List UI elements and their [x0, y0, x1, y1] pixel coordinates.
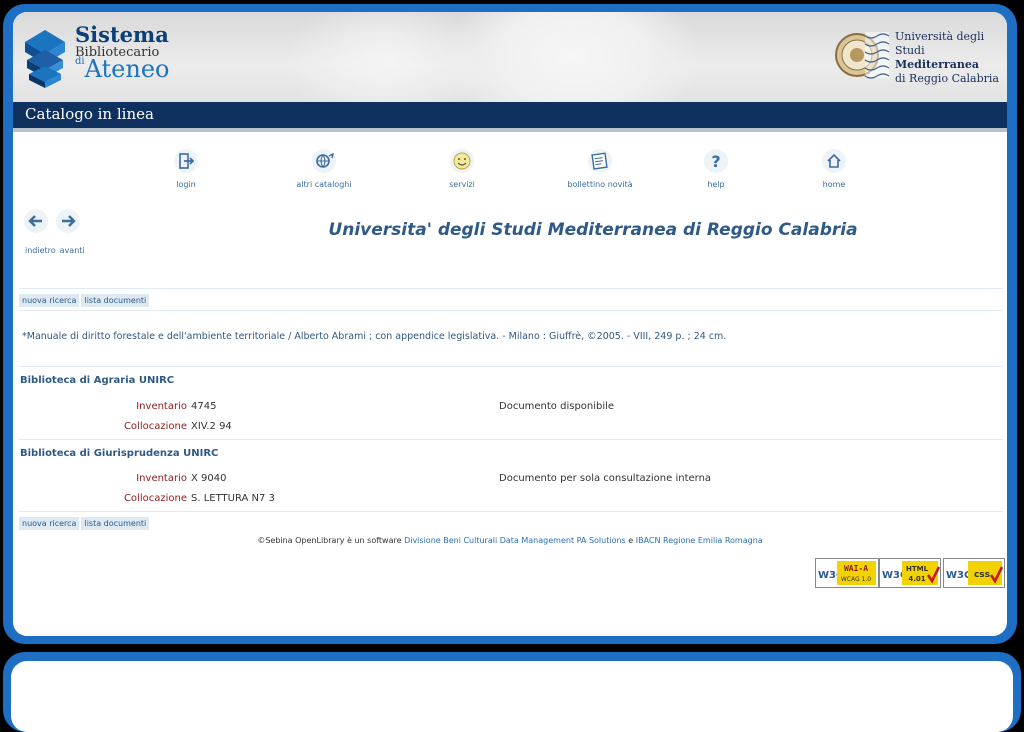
university-name: Università degli Studi Mediterranea di R… — [895, 30, 999, 86]
main-toolbar: login altri cataloghi servizi bollettino… — [13, 148, 1007, 198]
inventory-value: 4745 — [191, 401, 217, 412]
back-arrow-icon[interactable] — [23, 208, 49, 234]
forward-link[interactable]: avanti — [60, 246, 85, 255]
document-list-button[interactable]: lista documenti — [81, 294, 150, 307]
university-line2-bold: Mediterranea — [895, 58, 979, 71]
new-search-button[interactable]: nuova ricerca — [19, 517, 80, 530]
divider — [19, 511, 1003, 512]
toolbar-label-login: login — [176, 180, 196, 189]
footer-link-ibacn[interactable]: IBACN Regione Emilia Romagna — [636, 536, 763, 545]
css-badge-w3c: W3C — [946, 570, 971, 581]
toolbar-help[interactable]: ? help — [671, 148, 761, 189]
location-label: Collocazione — [123, 493, 187, 504]
availability-status: Documento disponibile — [499, 401, 615, 412]
new-search-button[interactable]: nuova ricerca — [19, 294, 80, 307]
books-logo-icon — [25, 30, 65, 88]
logo-ateneo: Ateneo — [84, 55, 170, 83]
divider — [19, 288, 1003, 289]
location-label: Collocazione — [123, 421, 187, 432]
history-nav-labels: indietro avanti — [25, 246, 89, 255]
catalog-titlebar: Catalogo in linea — [13, 102, 1007, 132]
action-bar-bottom: nuova ricerca lista documenti — [19, 517, 151, 530]
forward-arrow-icon[interactable] — [55, 208, 81, 234]
toolbar-other-catalogs[interactable]: altri cataloghi — [279, 148, 369, 189]
action-bar-top: nuova ricerca lista documenti — [19, 294, 151, 307]
footer-credits: ©Sebina OpenLibrary è un software Divisi… — [13, 536, 1007, 545]
availability-status: Documento per sola consultazione interna — [499, 473, 712, 484]
home-icon — [822, 149, 846, 173]
secondary-panel-frame — [3, 652, 1021, 732]
newspaper-icon — [588, 149, 612, 173]
footer-prefix: ©Sebina OpenLibrary è un software — [257, 536, 402, 545]
wai-badge[interactable]: W3C WAI-A WCAG 1.0 — [815, 558, 879, 588]
wai-badge-line1: WAI-A — [844, 564, 868, 573]
toolbar-label-help: help — [707, 180, 725, 189]
sba-logo[interactable]: Sistema Bibliotecario diAteneo — [21, 20, 169, 96]
toolbar-label-services: servizi — [449, 180, 475, 189]
logo-text: Sistema Bibliotecario diAteneo — [75, 24, 169, 81]
back-link[interactable]: indietro — [25, 246, 56, 255]
divider — [19, 366, 1003, 367]
toolbar-home[interactable]: home — [789, 148, 879, 189]
validation-badges: W3C WAI-A WCAG 1.0 W3C HTML 4.01 W3C css — [815, 558, 1005, 588]
smiley-icon — [450, 149, 474, 173]
html-badge-line1: HTML — [906, 565, 929, 573]
divider — [19, 439, 1003, 440]
toolbar-login[interactable]: login — [141, 148, 231, 189]
header-decoration — [443, 12, 703, 102]
toolbar-services[interactable]: servizi — [417, 148, 507, 189]
logo-prefix: di — [75, 56, 85, 67]
html-badge-line2: 4.01 — [908, 575, 925, 583]
footer-link-divisione[interactable]: Divisione Beni Culturali Data Management… — [404, 536, 626, 545]
toolbar-label-other-catalogs: altri cataloghi — [296, 180, 352, 189]
svg-text:?: ? — [711, 152, 720, 171]
library-name[interactable]: Biblioteca di Agraria UNIRC — [20, 375, 174, 386]
document-list-button[interactable]: lista documenti — [81, 517, 150, 530]
location-value: S. LETTURA N7 3 — [191, 493, 275, 504]
university-line2: Mediterranea — [895, 58, 999, 72]
login-icon — [174, 149, 198, 173]
location-value: XIV.2 94 — [191, 421, 232, 432]
toolbar-label-news-bulletin: bollettino novità — [567, 180, 633, 189]
toolbar-label-home: home — [822, 180, 846, 189]
logo-line3: diAteneo — [75, 55, 170, 83]
css-valid-badge[interactable]: W3C css — [943, 558, 1005, 588]
window-frame: Sistema Bibliotecario diAteneo Universit… — [3, 4, 1017, 644]
divider — [19, 310, 1003, 311]
catalog-title: Catalogo in linea — [25, 105, 154, 123]
help-icon: ? — [704, 149, 728, 173]
logo-line1: Sistema — [75, 22, 169, 47]
toolbar-news-bulletin[interactable]: bollettino novità — [555, 148, 645, 189]
page-content: Sistema Bibliotecario diAteneo Universit… — [13, 12, 1007, 636]
library-name[interactable]: Biblioteca di Giurisprudenza UNIRC — [20, 448, 218, 459]
inventory-label: Inventario — [136, 401, 187, 412]
page-title: Universita' degli Studi Mediterranea di … — [328, 220, 858, 240]
wai-badge-line2: WCAG 1.0 — [841, 576, 871, 583]
world-icon — [312, 149, 336, 173]
html-valid-badge[interactable]: W3C HTML 4.01 — [879, 558, 941, 588]
university-line1: Università degli Studi — [895, 30, 985, 57]
record-description: *Manuale di diritto forestale e dell'amb… — [22, 331, 727, 342]
university-line3: di Reggio Calabria — [895, 72, 999, 85]
css-badge-line1: css — [974, 570, 990, 580]
site-header: Sistema Bibliotecario diAteneo Universit… — [13, 12, 1007, 102]
university-logo[interactable]: Università degli Studi Mediterranea di R… — [835, 26, 999, 86]
footer-conj: e — [628, 536, 634, 545]
university-seal-icon — [835, 32, 890, 79]
inventory-value: X 9040 — [191, 473, 227, 484]
inventory-label: Inventario — [136, 473, 187, 484]
secondary-panel — [11, 661, 1013, 732]
